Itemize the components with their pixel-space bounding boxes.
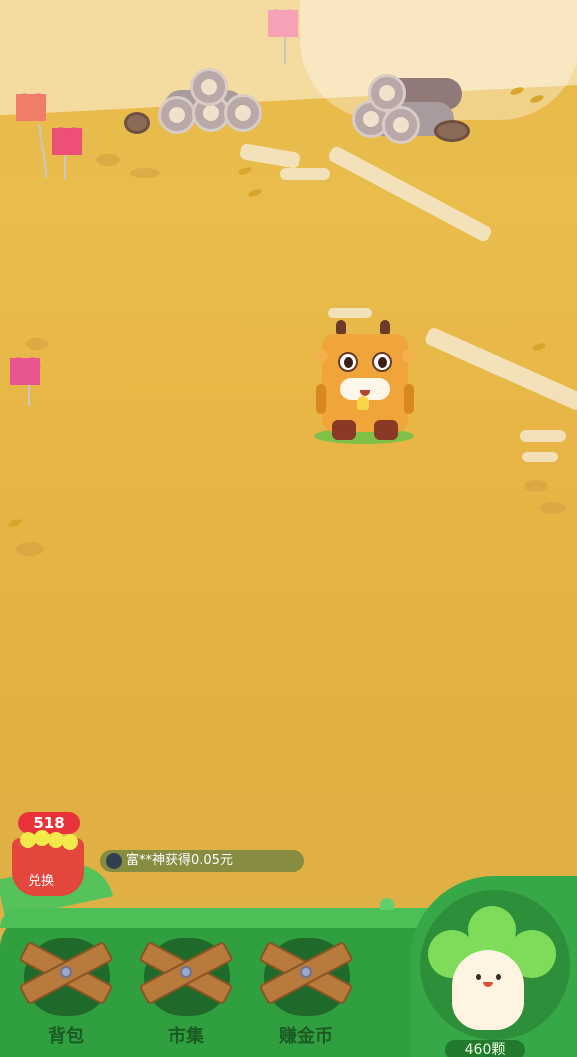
earn-coins-button[interactable]: 赚金币 [256, 938, 356, 1048]
reward-notice: 富**神获得0.05元 [100, 850, 304, 872]
dirt-path [328, 308, 372, 318]
heart-balloon [52, 128, 82, 155]
leaf [531, 341, 547, 353]
notice-text: 富**神获得0.05元 [126, 853, 233, 868]
bell-icon [357, 396, 369, 410]
dirt-path [239, 142, 301, 170]
backpack-label: 背包 [48, 1026, 84, 1047]
nail-icon [180, 966, 192, 978]
heart-balloon [268, 10, 298, 37]
market-button[interactable]: 市集 [136, 938, 236, 1048]
exchange-basket[interactable]: 518 兑换 [12, 812, 86, 898]
cow-eye [372, 352, 392, 372]
earn-coins-label: 赚金币 [279, 1026, 333, 1047]
game-scene: 518 兑换 富**神获得0.05元 背包 市集 赚金币 460颗 [0, 0, 577, 1057]
log-pile [124, 66, 264, 136]
basket-icon: 兑换 [12, 830, 84, 896]
cow-eye [338, 352, 358, 372]
exchange-label: 兑换 [28, 874, 55, 889]
cow-character[interactable] [314, 320, 416, 444]
dirt-patch [16, 542, 44, 556]
dirt-path [520, 430, 566, 442]
heart-balloon [10, 358, 40, 385]
dirt-patch [130, 168, 160, 178]
dirt-path [423, 326, 577, 412]
leaf [7, 517, 23, 529]
dirt-path [326, 144, 494, 244]
dirt-path [280, 168, 330, 180]
log-pile [348, 60, 478, 150]
dirt-patch [524, 480, 548, 492]
dirt-path [522, 452, 558, 462]
avatar [106, 853, 122, 869]
dirt-patch [540, 502, 566, 514]
nail-icon [300, 966, 312, 978]
sprout-count-badge: 460颗 [445, 1040, 525, 1057]
dirt-patch [26, 338, 48, 350]
nail-icon [60, 966, 72, 978]
heart-icon [380, 898, 394, 910]
leaf [237, 165, 253, 177]
dirt-patch [96, 154, 120, 166]
leaf [247, 187, 263, 199]
heart-balloon [16, 94, 46, 121]
backpack-button[interactable]: 背包 [16, 938, 116, 1048]
sprout-character[interactable] [452, 950, 524, 1030]
market-label: 市集 [168, 1026, 204, 1047]
coin-count-badge: 518 [18, 812, 80, 834]
